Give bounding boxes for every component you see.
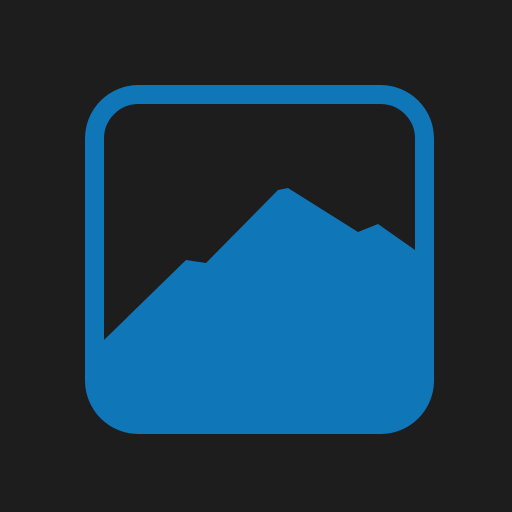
canvas — [0, 0, 512, 512]
image-icon-svg — [85, 85, 434, 434]
image-placeholder-icon — [0, 0, 512, 512]
mountain-group — [104, 188, 415, 415]
mountain-shape — [104, 188, 415, 415]
